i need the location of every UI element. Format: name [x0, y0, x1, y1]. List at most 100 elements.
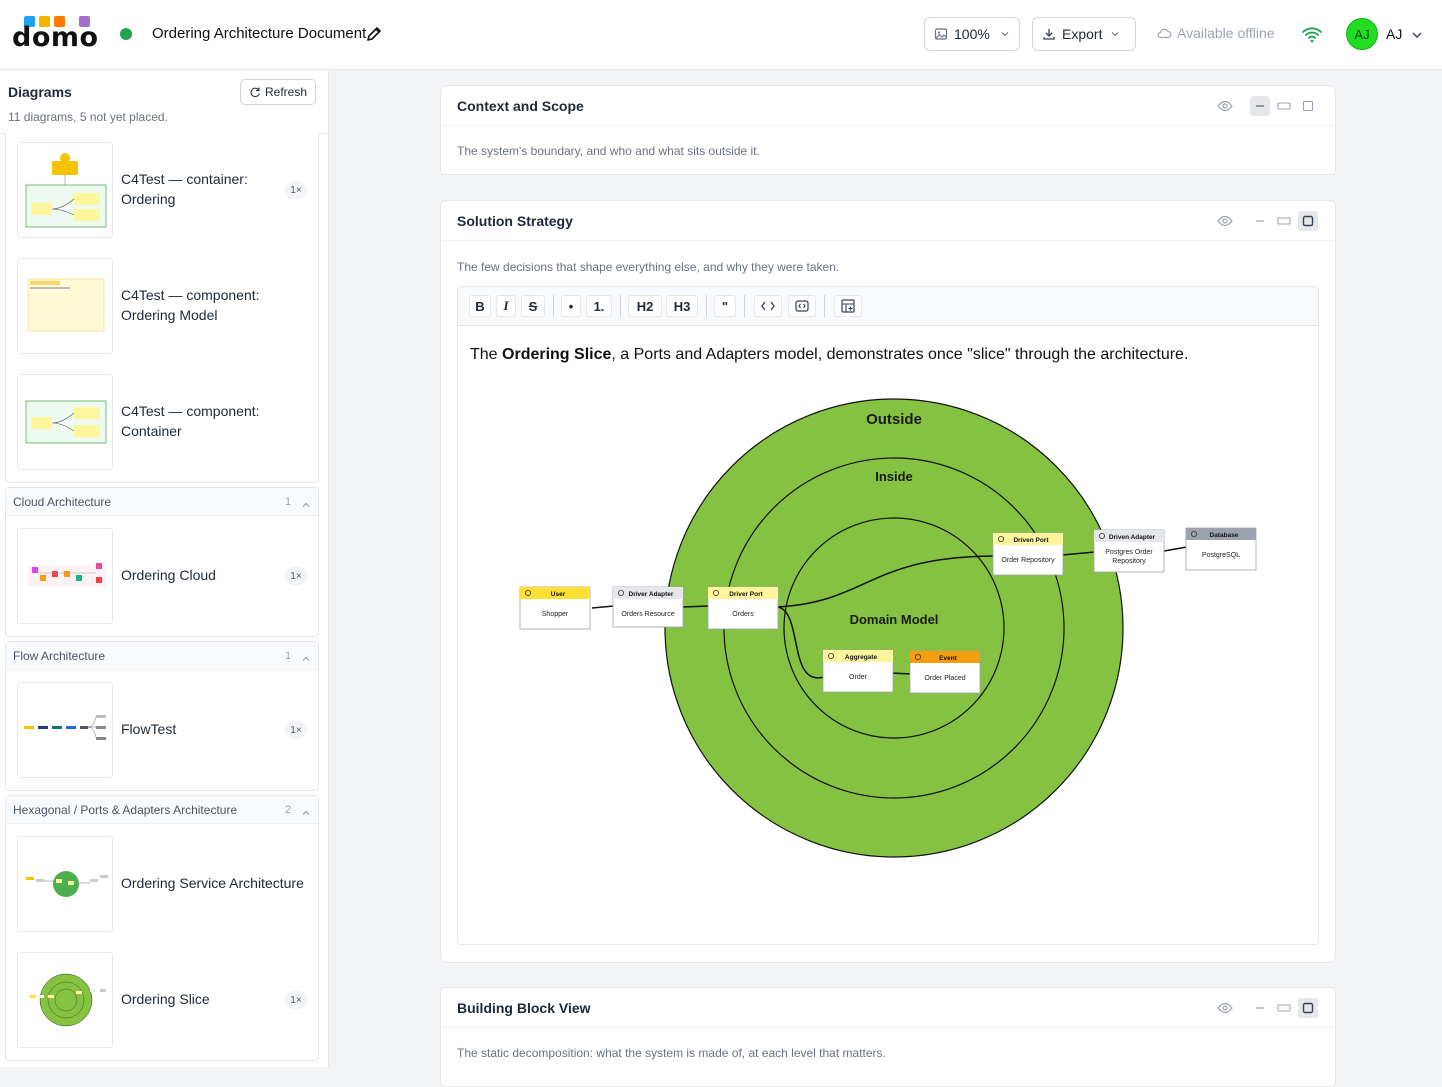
text-bold-segment: Ordering Slice [502, 346, 612, 363]
diagrams-sidebar: Diagrams 11 diagrams, 5 not yet placed. … [0, 71, 329, 1067]
section-title[interactable]: Solution Strategy [457, 213, 573, 229]
pencil-icon[interactable] [364, 24, 384, 44]
diagram-node[interactable]: Event Order Placed [909, 650, 981, 694]
export-button[interactable]: Export [1032, 17, 1136, 51]
strikethrough-button[interactable]: S [521, 295, 545, 317]
medium-size-icon[interactable] [1274, 211, 1294, 231]
list-item-label: Ordering Service Architecture [121, 875, 304, 891]
code-icon [761, 301, 775, 311]
zoom-button[interactable]: 100% [924, 17, 1020, 51]
code-button[interactable] [754, 295, 782, 317]
diagram-node[interactable]: Database PostgreSQL [1185, 527, 1257, 571]
diagram-node[interactable]: Aggregate Order [822, 649, 894, 693]
list-item[interactable]: Ordering Cloud 1× [17, 528, 317, 624]
diagram-node[interactable]: Driver Adapter Orders Resource [612, 586, 684, 628]
collapse-size-icon[interactable] [1250, 96, 1270, 116]
label-line-1: C4Test — component: [121, 403, 260, 419]
full-size-icon[interactable] [1298, 96, 1318, 116]
chevron-up-icon[interactable] [301, 651, 311, 661]
list-item[interactable]: Ordering Service Architecture [17, 836, 317, 932]
list-item[interactable]: C4Test — container: Ordering 1× [17, 142, 317, 238]
collapse-size-icon[interactable] [1250, 998, 1270, 1018]
chevron-up-icon[interactable] [301, 805, 311, 815]
collapse-size-icon[interactable] [1250, 211, 1270, 231]
bullet-list-button[interactable]: • [561, 295, 581, 317]
zoom-label: 100% [954, 26, 990, 42]
node-type-label: Driven Port [1013, 537, 1049, 544]
diagram-thumbnail [17, 142, 113, 238]
editor-toolbar: B I S • 1. H2 H3 " [458, 287, 1318, 326]
list-item[interactable]: C4Test — component: Container [17, 374, 317, 470]
numbered-list-button[interactable]: 1. [586, 295, 612, 317]
download-icon [1043, 29, 1055, 40]
code-block-button[interactable] [788, 295, 816, 317]
diagram-thumbnail [17, 374, 113, 470]
node-type-label: Aggregate [845, 654, 878, 661]
chevron-down-icon [1112, 32, 1119, 37]
diagram-node[interactable]: User Shopper [519, 586, 591, 630]
chevron-up-icon[interactable] [301, 497, 311, 507]
domo-logo[interactable]: domo [12, 16, 99, 53]
section-header: Solution Strategy [441, 201, 1335, 241]
diagram-group-c4: C4Test — container: Ordering 1× C4Test — … [5, 133, 319, 483]
bold-button[interactable]: B [469, 295, 491, 317]
section-header: Building Block View [441, 988, 1335, 1028]
node-name-label: Orders [732, 611, 754, 618]
heading-3-button[interactable]: H3 [666, 295, 698, 317]
group-header[interactable]: Flow Architecture 1 [6, 642, 318, 670]
node-name-label: Repository [1112, 558, 1146, 565]
italic-button[interactable]: I [496, 295, 516, 317]
section-title[interactable]: Building Block View [457, 1000, 591, 1016]
rich-text-editor[interactable]: B I S • 1. H2 H3 " The Ordering Slice, a… [457, 286, 1319, 945]
user-avatar[interactable]: AJ [1346, 18, 1378, 50]
node-name-label: Order Repository [1001, 557, 1055, 564]
ordering-slice-diagram[interactable]: Outside Inside Domain Model User Shopper D… [508, 397, 1268, 877]
diagram-thumbnail [17, 952, 113, 1048]
diagram-thumbnail [17, 682, 113, 778]
refresh-button[interactable]: Refresh [240, 79, 316, 105]
insert-diagram-button[interactable] [834, 295, 862, 317]
node-type-label: Driver Adapter [629, 591, 674, 598]
medium-size-icon[interactable] [1274, 96, 1294, 116]
node-name-label: Order Placed [924, 675, 965, 682]
label-line-2: Ordering [121, 191, 176, 207]
list-item-label: FlowTest [121, 721, 177, 737]
full-size-icon[interactable] [1298, 998, 1318, 1018]
editor-paragraph[interactable]: The Ordering Slice, a Ports and Adapters… [470, 346, 1188, 364]
section-description: The few decisions that shape everything … [457, 260, 840, 274]
diagram-node[interactable]: Driven Adapter Postgres Order Repository [1093, 529, 1165, 573]
eye-icon[interactable] [1215, 96, 1235, 116]
list-item[interactable]: FlowTest 1× [17, 682, 317, 778]
node-name-label: Shopper [542, 611, 569, 618]
chevron-down-icon[interactable] [1411, 28, 1423, 40]
domain-model-label: Domain Model [850, 612, 939, 627]
offline-status[interactable]: Available offline [1156, 25, 1275, 41]
sidebar-subtitle: 11 diagrams, 5 not yet placed. [8, 110, 168, 124]
node-type-label: Database [1210, 532, 1239, 539]
section-title[interactable]: Context and Scope [457, 98, 584, 114]
offline-label: Available offline [1177, 25, 1275, 41]
logo-text: domo [12, 22, 99, 53]
group-count: 1 [285, 496, 292, 508]
group-header[interactable]: Hexagonal / Ports & Adapters Architectur… [6, 796, 318, 824]
heading-2-button[interactable]: H2 [628, 295, 662, 317]
inside-label: Inside [875, 469, 913, 484]
diagram-node[interactable]: Driver Port Orders [707, 586, 779, 630]
user-menu-label[interactable]: AJ [1386, 26, 1402, 42]
label-line-1: C4Test — container: [121, 171, 248, 187]
node-type-label: User [551, 591, 566, 598]
medium-size-icon[interactable] [1274, 998, 1294, 1018]
cloud-icon [1157, 28, 1172, 39]
group-count: 1 [285, 650, 292, 662]
diagram-node[interactable]: Driven Port Order Repository [992, 532, 1064, 576]
group-header[interactable]: Cloud Architecture 1 [6, 488, 318, 516]
section-card-solution-strategy: Solution Strategy The few decisions that… [440, 200, 1336, 963]
section-card-context-scope: Context and Scope The system's boundary,… [440, 85, 1336, 175]
eye-icon[interactable] [1215, 211, 1235, 231]
quote-button[interactable]: " [714, 295, 736, 317]
full-size-icon[interactable] [1298, 211, 1318, 231]
document-title[interactable]: Ordering Architecture Document [152, 25, 366, 42]
list-item[interactable]: C4Test — component: Ordering Model [17, 258, 317, 354]
eye-icon[interactable] [1215, 998, 1235, 1018]
list-item[interactable]: Ordering Slice 1× [17, 952, 317, 1048]
